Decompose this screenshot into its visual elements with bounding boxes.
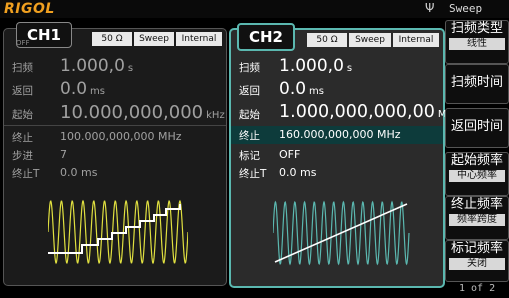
ch1-stop-time-value: 0.0 ms [60, 166, 98, 179]
menu-sweep-type[interactable]: 扫频类型 线性 [445, 20, 509, 64]
ch1-stop-value: 100.000,000,000 MHz [60, 130, 182, 143]
ch2-stop-value: 160.000,000,000 MHz [279, 128, 401, 141]
ch1-waveform-preview [48, 199, 188, 265]
channel2-source: Internal [393, 33, 439, 47]
menu-return-time[interactable]: 返回时间 [445, 108, 509, 148]
mode-title: Sweep [449, 2, 483, 15]
menu-sweep-type-label: 扫频类型 [450, 21, 503, 36]
channel2-panel[interactable]: CH2 50 Ω Sweep Internal 扫频 1.000,0 s 返回 0… [229, 23, 459, 288]
usb-icon: Ψ [425, 1, 435, 15]
ch1-start-label: 起始 [12, 109, 33, 121]
menu-sweep-time-label: 扫频时间 [450, 75, 503, 90]
channel1-source: Internal [176, 32, 222, 46]
ch1-divider [4, 125, 226, 126]
ch1-return-time-row[interactable]: 返回 0.0 ms [4, 79, 226, 100]
ch1-start-row[interactable]: 起始 10.000,000,000 kHz [4, 102, 226, 123]
ch1-sweep-time-row[interactable]: 扫频 1.000,0 s [4, 56, 226, 77]
ch1-stop-time-label: 终止T [12, 168, 40, 180]
ch2-waveform-preview [273, 200, 410, 266]
ch2-start-label: 起始 [239, 109, 260, 121]
channel1-panel[interactable]: CH1 OFF 50 Ω Sweep Internal 扫频 1.000,0 s … [3, 22, 227, 286]
ch2-return-time-label: 返回 [239, 85, 260, 97]
menu-marker-freq[interactable]: 标记频率 关闭 [445, 240, 509, 282]
menu-start-freq[interactable]: 起始频率 中心频率 [445, 152, 509, 196]
menu-sweep-type-value: 线性 [449, 38, 505, 50]
ch1-sweep-time-value: 1.000,0 s [60, 56, 134, 76]
ch1-stop-row[interactable]: 终止 100.000,000,000 MHz [4, 127, 226, 147]
ch1-stop-label: 终止 [12, 132, 33, 144]
ch2-stop-time-row[interactable]: 终止T 0.0 ms [231, 163, 443, 183]
menu-stop-freq[interactable]: 终止频率 频率跨度 [445, 196, 509, 240]
ch1-start-value: 10.000,000,000 kHz [60, 102, 225, 123]
menu-start-freq-label: 起始频率 [450, 153, 503, 168]
ch2-sweep-time-label: 扫频 [239, 62, 260, 74]
ch2-sweep-time-row[interactable]: 扫频 1.000,0 s [231, 56, 443, 77]
ch2-marker-label: 标记 [239, 150, 260, 162]
menu-stop-freq-label: 终止频率 [450, 197, 503, 212]
ch1-return-time-value: 0.0 ms [60, 79, 105, 99]
ch1-step-value: 7 [60, 148, 67, 161]
menu-center-freq: 中心频率 [449, 170, 505, 182]
channel2-impedance: 50 Ω [307, 33, 347, 47]
ch1-stop-time-row[interactable]: 终止T 0.0 ms [4, 163, 226, 183]
ch2-start-value: 1.000,000,000,00MHz [279, 102, 459, 122]
channel1-output-state: OFF [16, 39, 30, 47]
ch2-start-row[interactable]: 起始 1.000,000,000,00MHz [231, 102, 459, 123]
ch2-stop-label: 终止 [239, 130, 260, 142]
ch2-marker-value: OFF [279, 148, 301, 161]
ch2-marker-row[interactable]: 标记 OFF [231, 145, 443, 165]
ch2-sweep-time-value: 1.000,0 s [279, 56, 353, 76]
ch2-return-time-value: 0.0 ms [279, 79, 324, 99]
menu-sweep-time[interactable]: 扫频时间 [445, 64, 509, 104]
channel2-mode: Sweep [349, 33, 391, 47]
ch2-return-time-row[interactable]: 返回 0.0 ms [231, 79, 443, 100]
ch1-step-label: 步进 [12, 150, 33, 162]
channel1-mode: Sweep [134, 32, 174, 46]
menu-page-indicator: 1 of 2 [459, 283, 496, 294]
brand-logo: RIGOL [4, 1, 55, 17]
channel2-tag[interactable]: CH2 [237, 23, 295, 51]
ch1-step-row[interactable]: 步进 7 [4, 145, 226, 165]
ch2-stop-row[interactable]: 终止 160.000,000,000 MHz [231, 126, 443, 144]
ch2-stop-time-label: 终止T [239, 168, 267, 180]
ch1-sweep-time-label: 扫频 [12, 62, 33, 74]
menu-marker-freq-label: 标记频率 [450, 241, 503, 256]
channel1-impedance: 50 Ω [92, 32, 132, 46]
ch2-stop-time-value: 0.0 ms [279, 166, 317, 179]
menu-return-time-label: 返回时间 [450, 119, 503, 134]
menu-marker-state: 关闭 [449, 258, 505, 270]
ch1-return-time-label: 返回 [12, 85, 33, 97]
menu-freq-span: 频率跨度 [449, 214, 505, 226]
